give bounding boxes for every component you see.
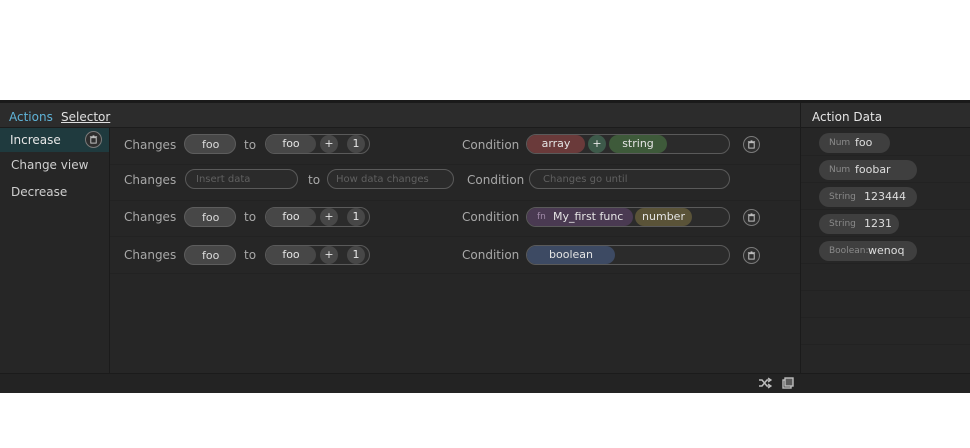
condition-chip-number[interactable]: number — [635, 208, 692, 226]
list-item-increase[interactable]: Increase — [0, 128, 109, 152]
list-item-label: Change view — [11, 158, 89, 172]
changes-go-until-placeholder: Changes go until — [543, 174, 628, 185]
plus-button[interactable]: + — [320, 208, 338, 226]
data-type: String — [829, 192, 856, 202]
data-value: foobar — [855, 163, 891, 176]
condition-chip-array[interactable]: array — [527, 135, 585, 153]
changes-label: Changes — [124, 138, 177, 152]
data-value: foo — [855, 136, 873, 149]
condition-chip-string[interactable]: string — [609, 135, 667, 153]
rules-area: Changes foo to foo + 1 Condition array +… — [110, 128, 800, 373]
from-value-pill[interactable]: foo — [184, 245, 236, 265]
number-chip[interactable]: 1 — [347, 135, 365, 153]
footer-bar — [0, 373, 970, 393]
from-value: foo — [202, 138, 220, 151]
data-type: Boolean: — [829, 246, 869, 256]
data-item[interactable]: String 1231 — [819, 214, 899, 234]
panel-header: Actions Selector — [0, 103, 800, 128]
how-data-changes-placeholder: How data changes — [336, 174, 429, 185]
condition-label: Condition — [462, 138, 520, 152]
delete-icon[interactable] — [743, 209, 760, 226]
from-value-pill[interactable]: foo — [184, 134, 236, 154]
function-icon: fn — [537, 212, 546, 222]
changes-label: Changes — [124, 248, 177, 262]
from-value: foo — [202, 249, 220, 262]
condition-chip-boolean[interactable]: boolean — [527, 246, 615, 264]
data-type: String — [829, 219, 856, 229]
actions-list: Increase Change view Decrease — [0, 128, 110, 373]
data-item[interactable]: String 123444 — [819, 187, 917, 207]
to-label: to — [244, 138, 257, 152]
rule-row: Changes foo to foo + 1 Condition boolean — [110, 237, 800, 274]
to-value-chip[interactable]: foo — [266, 246, 316, 264]
condition-field[interactable]: boolean — [526, 245, 730, 265]
delete-icon[interactable] — [743, 136, 760, 153]
condition-label: Condition — [462, 210, 520, 224]
to-value-chip[interactable]: foo — [266, 208, 316, 226]
to-label: to — [308, 173, 321, 187]
to-value: foo — [282, 137, 300, 150]
to-value-field[interactable]: foo + 1 — [265, 245, 370, 265]
to-label: to — [244, 248, 257, 262]
changes-label: Changes — [124, 210, 177, 224]
to-value-field[interactable]: foo + 1 — [265, 134, 370, 154]
list-item-decrease[interactable]: Decrease — [0, 180, 109, 204]
list-item-label: Increase — [10, 133, 61, 147]
rule-row: Changes Insert data to How data changes … — [110, 164, 800, 201]
to-value-field[interactable]: foo + 1 — [265, 207, 370, 227]
plus-button[interactable]: + — [320, 135, 338, 153]
plus-button[interactable]: + — [320, 246, 338, 264]
rule-row: Changes foo to foo + 1 Condition array +… — [110, 128, 800, 165]
plus-button[interactable]: + — [588, 135, 606, 153]
action-data-title: Action Data — [812, 110, 883, 124]
function-name: My_first func — [553, 210, 624, 223]
condition-label: Condition — [467, 173, 525, 187]
changes-go-until-input[interactable]: Changes go until — [529, 169, 730, 189]
editor-panel: Actions Selector Increase Change view De… — [0, 100, 970, 393]
delete-icon[interactable] — [85, 131, 102, 148]
tab-actions[interactable]: Actions — [9, 110, 53, 124]
action-data-panel: Action Data Num foo Num foobar String 12… — [800, 103, 970, 373]
list-item-label: Decrease — [11, 185, 68, 199]
tab-selector[interactable]: Selector — [61, 110, 110, 124]
data-type: Num — [829, 165, 851, 175]
data-item[interactable]: Boolean: wenoq — [819, 241, 917, 261]
action-data-header: Action Data — [801, 103, 970, 128]
to-value: foo — [282, 210, 300, 223]
to-label: to — [244, 210, 257, 224]
condition-label: Condition — [462, 248, 520, 262]
rule-row: Changes foo to foo + 1 Condition fn My_f… — [110, 200, 800, 237]
number-chip[interactable]: 1 — [347, 246, 365, 264]
from-value-pill[interactable]: foo — [184, 207, 236, 227]
data-item[interactable]: Num foo — [819, 133, 890, 153]
list-item-change-view[interactable]: Change view — [0, 153, 109, 177]
popout-icon[interactable] — [782, 377, 794, 392]
how-data-changes-input[interactable]: How data changes — [327, 169, 454, 189]
data-value: wenoq — [868, 244, 905, 257]
shuffle-icon[interactable] — [758, 377, 773, 392]
number-chip[interactable]: 1 — [347, 208, 365, 226]
data-item[interactable]: Num foobar — [819, 160, 917, 180]
from-value: foo — [202, 211, 220, 224]
insert-data-input[interactable]: Insert data — [185, 169, 298, 189]
condition-field[interactable]: array + string — [526, 134, 730, 154]
to-value-chip[interactable]: foo — [266, 135, 316, 153]
condition-chip-function[interactable]: fn My_first func — [527, 208, 633, 226]
data-value: 123444 — [864, 190, 906, 203]
to-value: foo — [282, 248, 300, 261]
insert-data-placeholder: Insert data — [196, 174, 251, 185]
changes-label: Changes — [124, 173, 177, 187]
data-value: 1231 — [864, 217, 892, 230]
condition-field[interactable]: fn My_first func number — [526, 207, 730, 227]
delete-icon[interactable] — [743, 247, 760, 264]
data-type: Num — [829, 138, 851, 148]
